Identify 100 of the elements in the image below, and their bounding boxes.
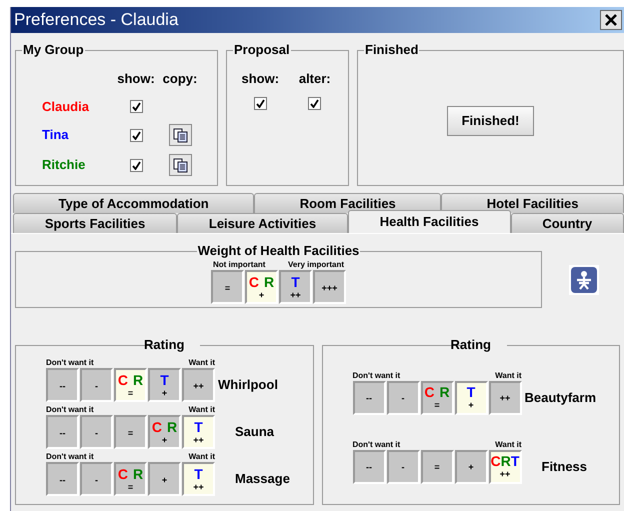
checkbox[interactable] xyxy=(130,100,142,113)
tab[interactable]: Country xyxy=(510,213,624,233)
group-title: Finished xyxy=(364,43,420,57)
rating-option[interactable]: C R = xyxy=(114,368,147,402)
scale-label: Don't want it xyxy=(352,370,400,380)
member-initial: C xyxy=(152,420,162,434)
member-initial: R xyxy=(133,466,144,480)
item-name: Sauna xyxy=(235,423,274,442)
tab[interactable]: Type of Accommodation xyxy=(13,193,254,213)
member-name: Claudia xyxy=(41,98,89,116)
rating-option[interactable]: - xyxy=(80,462,113,496)
rating-value: = xyxy=(128,482,134,492)
item-name: Beautyfarm xyxy=(524,388,596,407)
rating-option[interactable]: C R + xyxy=(245,270,278,304)
rating-value: ++ xyxy=(500,470,510,479)
member-name: Ritchie xyxy=(41,156,86,174)
rating-option[interactable]: -- xyxy=(352,450,386,484)
checkbox[interactable] xyxy=(254,96,267,110)
rating-option[interactable]: + xyxy=(148,462,181,496)
rating-option[interactable]: -- xyxy=(46,462,79,496)
rating-value: - xyxy=(95,382,98,390)
copy-icon xyxy=(172,158,188,172)
member-initial: R xyxy=(167,420,178,434)
rating-value: -- xyxy=(366,394,372,403)
rating-value: ++ xyxy=(193,482,204,492)
rating-value: ++ xyxy=(290,290,301,300)
tab[interactable]: Sports Facilities xyxy=(13,213,178,233)
column-header: show: xyxy=(241,70,280,88)
rating-option[interactable]: = xyxy=(420,450,454,484)
scale-label: Want it xyxy=(495,370,522,380)
checkbox[interactable] xyxy=(130,158,142,172)
copy-button[interactable] xyxy=(168,154,192,176)
rating-option[interactable]: T + xyxy=(148,368,181,402)
group-title: Proposal xyxy=(233,43,291,57)
group-title: Rating xyxy=(450,338,492,352)
rating-option[interactable]: - xyxy=(386,450,420,484)
scale-label: Want it xyxy=(188,452,215,462)
tab[interactable]: Room Facilities xyxy=(254,193,442,213)
rating-value: + xyxy=(162,476,168,484)
member-initial: T xyxy=(194,420,203,434)
rating-value: + xyxy=(258,290,264,300)
close-button[interactable] xyxy=(600,10,622,30)
rating-value: ++ xyxy=(193,382,204,390)
rating-option[interactable]: ++ xyxy=(488,380,522,414)
member-initial: R xyxy=(133,372,144,386)
member-initial: T xyxy=(194,466,203,480)
rating-option[interactable]: -- xyxy=(352,380,386,414)
rating-value: ++ xyxy=(500,394,510,403)
scale-label: Don't want it xyxy=(46,358,94,368)
rating-value: + xyxy=(162,388,168,398)
rating-value: - xyxy=(95,428,98,438)
close-icon xyxy=(605,14,617,26)
copy-icon xyxy=(172,128,188,142)
rating-option[interactable]: - xyxy=(80,368,113,402)
scale-label: Don't want it xyxy=(46,452,94,462)
person-icon[interactable] xyxy=(569,265,599,295)
rating-value: = xyxy=(434,401,440,410)
rating-option[interactable]: T ++ xyxy=(279,270,312,304)
rating-option[interactable]: -- xyxy=(46,415,79,449)
scale-label: Don't want it xyxy=(352,440,400,450)
checkbox[interactable] xyxy=(308,96,322,110)
scale-label: Want it xyxy=(188,405,215,415)
tab[interactable]: Hotel Facilities xyxy=(441,193,624,213)
member-name: Tina xyxy=(41,126,68,144)
rating-value: +++ xyxy=(322,284,338,292)
copy-button[interactable] xyxy=(168,124,192,146)
rating-value: = xyxy=(224,284,230,292)
group-title: Rating xyxy=(143,338,186,352)
scale-label: Want it xyxy=(188,358,215,368)
member-initial: C xyxy=(424,385,434,399)
tab[interactable]: Health Facilities xyxy=(348,210,511,233)
rating-value: + xyxy=(162,436,168,444)
rating-option[interactable]: C R + xyxy=(148,415,181,449)
rating-option[interactable]: T + xyxy=(454,380,488,414)
rating-value: = xyxy=(128,388,134,398)
scale-label: Want it xyxy=(495,440,522,450)
column-header: show: xyxy=(117,70,155,88)
rating-option[interactable]: = xyxy=(114,415,147,449)
item-name: Fitness xyxy=(542,458,588,476)
member-initial: C xyxy=(490,454,501,468)
member-initial: C xyxy=(248,274,259,288)
rating-option[interactable]: T ++ xyxy=(182,415,215,449)
rating-option[interactable]: - xyxy=(386,380,420,414)
tab[interactable]: Leisure Activities xyxy=(177,213,348,233)
checkbox[interactable] xyxy=(130,128,142,142)
rating-option[interactable]: + xyxy=(454,450,488,484)
member-initial: C xyxy=(118,466,128,480)
rating-option[interactable]: ++ xyxy=(182,368,215,402)
rating-option[interactable]: -- xyxy=(46,368,79,402)
rating-option[interactable]: - xyxy=(80,415,113,449)
item-name: Massage xyxy=(235,470,290,488)
rating-value: = xyxy=(434,463,440,472)
rating-option[interactable]: +++ xyxy=(313,270,346,304)
rating-option[interactable]: C R = xyxy=(114,462,147,496)
rating-option[interactable]: = xyxy=(211,270,244,304)
rating-option[interactable]: C R = xyxy=(420,380,454,414)
scale-label: Don't want it xyxy=(46,405,94,415)
rating-option[interactable]: T ++ xyxy=(182,462,215,496)
finished-button[interactable]: Finished! xyxy=(446,106,534,136)
rating-option[interactable]: CRT ++ xyxy=(488,450,522,484)
